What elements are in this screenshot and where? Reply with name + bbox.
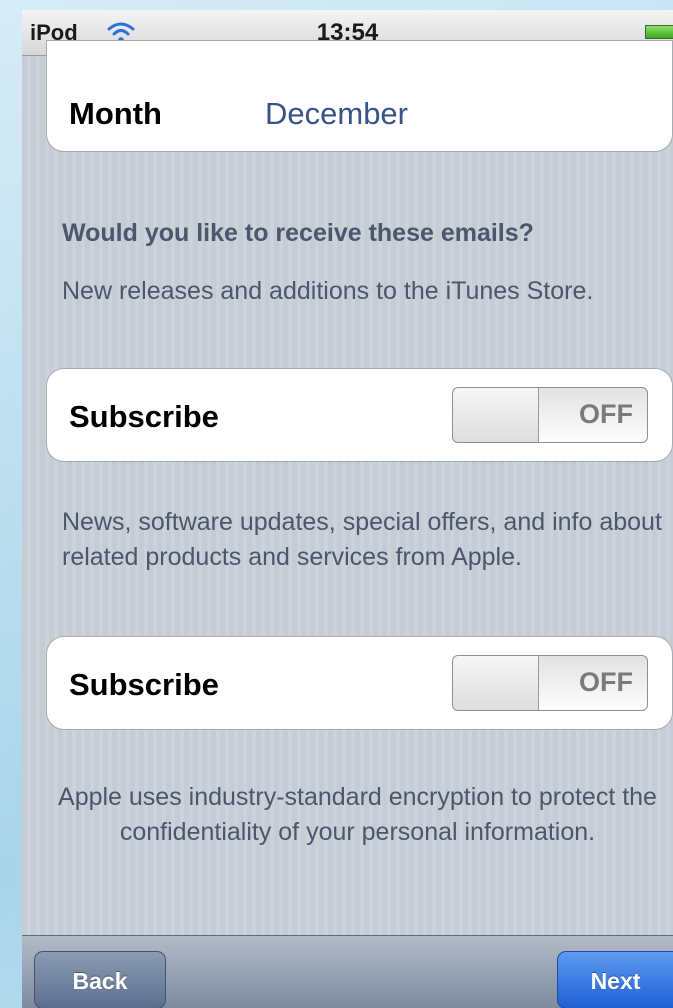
back-button[interactable]: Back <box>34 951 166 1008</box>
apple-subscription-description: News, software updates, special offers, … <box>62 508 662 571</box>
itunes-subscribe-label: Subscribe <box>69 399 219 434</box>
toggle-knob <box>453 388 539 442</box>
battery-icon <box>645 25 673 39</box>
itunes-subscription-description: New releases and additions to the iTunes… <box>62 277 594 305</box>
next-button[interactable]: Next <box>557 951 673 1008</box>
phone-screen: iPod 13:54 Month December Would you like… <box>22 10 673 1008</box>
apple-subscribe-toggle[interactable]: OFF <box>452 655 648 711</box>
month-value: December <box>265 96 408 131</box>
toggle-state-text: OFF <box>579 399 633 429</box>
toggle-knob <box>453 656 539 710</box>
apple-subscribe-label: Subscribe <box>69 667 219 702</box>
month-label: Month <box>69 96 162 131</box>
bottom-toolbar: Back Next <box>22 935 673 1008</box>
apple-subscribe-row: Subscribe OFF <box>46 636 673 730</box>
itunes-subscribe-row: Subscribe OFF <box>46 368 673 462</box>
toggle-state-text: OFF <box>579 667 633 697</box>
encryption-note: Apple uses industry-standard encryption … <box>58 783 657 846</box>
email-question-heading: Would you like to receive these emails? <box>62 219 534 247</box>
month-row[interactable]: Month December <box>46 40 673 152</box>
itunes-subscribe-toggle[interactable]: OFF <box>452 387 648 443</box>
